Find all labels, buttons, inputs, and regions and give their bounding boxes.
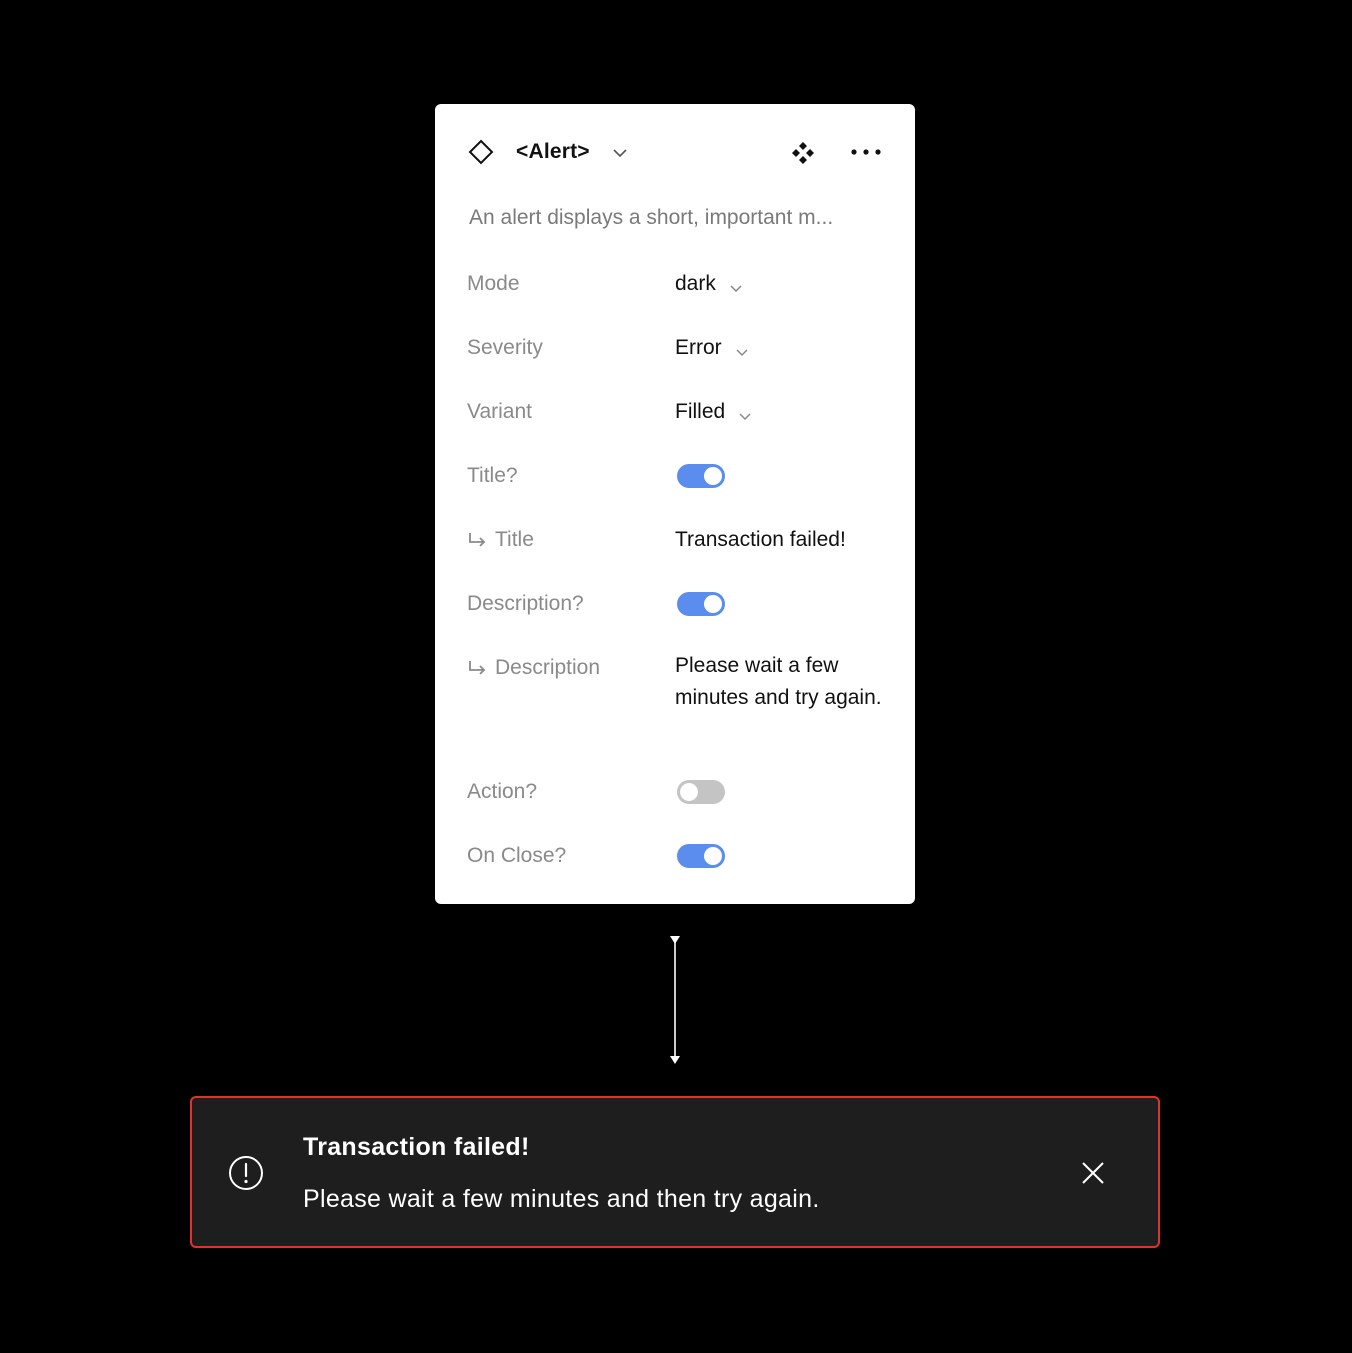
chevron-down-icon: [734, 338, 750, 357]
mode-select[interactable]: dark: [675, 268, 744, 300]
error-circle-icon: [228, 1155, 264, 1191]
toggle-knob: [704, 467, 722, 485]
alert-title: Transaction failed!: [303, 1133, 530, 1161]
alert-preview: Transaction failed! Please wait a few mi…: [190, 1096, 1160, 1248]
prop-label-title-toggle: Title?: [467, 464, 518, 487]
prop-label-mode: Mode: [467, 272, 520, 295]
more-icon[interactable]: [848, 142, 884, 162]
prop-label-title-text-wrap: Title: [467, 524, 534, 556]
chevron-down-icon: [728, 274, 744, 293]
prop-label-onclose-toggle: On Close?: [467, 844, 567, 867]
title-toggle[interactable]: [677, 464, 725, 488]
instance-icon[interactable]: [790, 140, 816, 166]
prop-label-description-toggle: Description?: [467, 592, 584, 615]
chevron-down-icon: [737, 402, 753, 421]
mode-value: dark: [675, 272, 716, 295]
component-description: An alert displays a short, important m..…: [469, 206, 834, 229]
connector-arrow-icon: [667, 934, 683, 1066]
nested-arrow-icon: [467, 531, 489, 549]
nested-arrow-icon: [467, 659, 489, 677]
properties-panel: <Alert> An alert displays a short, impor…: [435, 104, 915, 904]
prop-label-title-text: Title: [495, 528, 534, 551]
description-toggle[interactable]: [677, 592, 725, 616]
severity-value: Error: [675, 336, 722, 359]
component-name[interactable]: <Alert>: [516, 138, 590, 166]
toggle-knob: [704, 595, 722, 613]
chevron-down-icon[interactable]: [611, 144, 629, 162]
description-text-field[interactable]: Please wait a few minutes and try again.: [675, 650, 885, 714]
prop-label-variant: Variant: [467, 400, 532, 423]
title-text-field[interactable]: Transaction failed!: [675, 524, 846, 556]
onclose-toggle[interactable]: [677, 844, 725, 868]
severity-select[interactable]: Error: [675, 332, 750, 364]
prop-label-severity: Severity: [467, 336, 543, 359]
prop-label-description-text: Description: [495, 656, 601, 679]
panel-header: <Alert>: [435, 104, 915, 200]
action-toggle[interactable]: [677, 780, 725, 804]
close-icon[interactable]: [1078, 1158, 1108, 1188]
prop-label-action-toggle: Action?: [467, 780, 538, 803]
toggle-knob: [704, 847, 722, 865]
variant-select[interactable]: Filled: [675, 396, 753, 428]
prop-label-description-text-wrap: Description: [467, 652, 600, 684]
variant-value: Filled: [675, 400, 726, 423]
alert-description: Please wait a few minutes and then try a…: [303, 1185, 820, 1213]
diamond-icon: [467, 138, 495, 166]
toggle-knob: [680, 783, 698, 801]
